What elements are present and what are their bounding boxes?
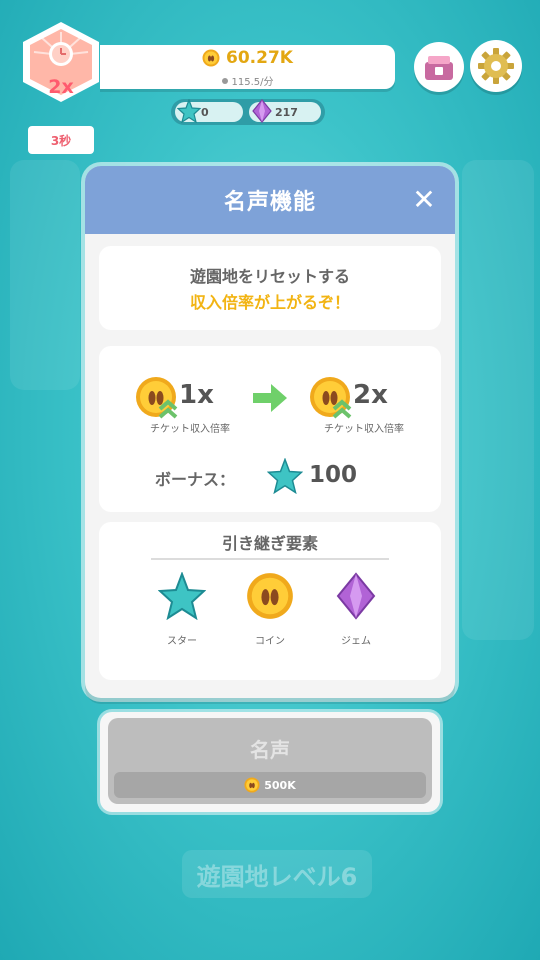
info-line-reset: 遊園地をリセットする <box>189 267 350 286</box>
carry-item-coin-label: コイン <box>255 636 285 647</box>
coin-balance-bar: 60.27K 115.5/分 <box>100 45 395 89</box>
bonus-label: ボーナス： <box>155 470 236 489</box>
gear-icon <box>478 48 514 84</box>
star-icon <box>158 572 206 620</box>
carryover-title: 引き継ぎ要素 <box>151 530 389 560</box>
fame-cost: 500K <box>114 772 426 798</box>
gem-counter: 217 <box>249 99 321 123</box>
bonus-card: 1x チケット収入倍率 2x チケット収入倍率 ボーナス： 100 <box>99 346 441 512</box>
next-multiplier-value: 2x <box>353 380 388 410</box>
background-level-label: 遊園地レベル6 <box>182 850 372 898</box>
shop-basket-icon <box>425 56 453 80</box>
bonus-row: ボーナス： 100 <box>99 456 441 496</box>
info-line-income: 収入倍率が上がるぞ！ <box>189 293 350 312</box>
info-card: 遊園地をリセットする 収入倍率が上がるぞ！ <box>99 246 441 330</box>
fame-button-label: 名声 <box>250 738 290 762</box>
next-multiplier: 2x チケット収入倍率 <box>309 376 439 438</box>
star-icon <box>267 458 303 494</box>
carry-item-coin: コイン <box>235 572 305 647</box>
carry-item-star: スター <box>147 572 217 647</box>
coin-rate-value: 115.5/分 <box>231 77 274 88</box>
carry-item-gem-label: ジェム <box>341 636 371 647</box>
current-multiplier-value: 1x <box>179 380 214 410</box>
boost-timer: 3秒 <box>28 126 94 154</box>
arrow-right-icon <box>253 384 287 412</box>
star-icon <box>177 99 201 123</box>
fame-modal: 名声機能 ✕ 遊園地をリセットする 収入倍率が上がるぞ！ 1x チケット収入倍率 <box>85 166 455 698</box>
settings-button[interactable] <box>470 40 522 92</box>
coin-rate: 115.5/分 <box>100 73 395 88</box>
coin-icon <box>247 573 293 619</box>
background-panel-left <box>10 160 80 390</box>
gem-icon <box>252 99 272 123</box>
coin-balance-value: 60.27K <box>226 48 293 68</box>
coin-balance: 60.27K <box>100 48 395 68</box>
current-multiplier-label: チケット収入倍率 <box>150 424 230 435</box>
background-panel-right <box>462 160 534 640</box>
fame-button-frame: 名声 500K <box>100 712 440 812</box>
carry-item-star-label: スター <box>167 636 197 647</box>
modal-header: 名声機能 ✕ <box>85 166 455 234</box>
fame-button[interactable]: 名声 500K <box>108 718 432 804</box>
coin-icon <box>244 777 260 793</box>
chevron-up-icon <box>158 399 178 419</box>
gem-icon <box>336 572 376 620</box>
bonus-value: 100 <box>309 462 358 488</box>
carryover-card: 引き継ぎ要素 スター コイン ジェム <box>99 522 441 680</box>
shop-button[interactable] <box>414 42 464 92</box>
resource-bar: 0 217 <box>171 99 325 125</box>
multiplier-badge[interactable]: 2x <box>20 20 102 104</box>
fame-cost-value: 500K <box>264 778 296 792</box>
close-button[interactable]: ✕ <box>409 185 439 215</box>
star-counter: 0 <box>175 99 243 123</box>
modal-title: 名声機能 <box>223 190 316 215</box>
next-multiplier-label: チケット収入倍率 <box>324 424 404 435</box>
star-count: 0 <box>201 105 209 119</box>
current-multiplier: 1x チケット収入倍率 <box>135 376 265 438</box>
coin-icon <box>202 49 220 67</box>
carry-item-gem: ジェム <box>321 572 391 647</box>
multiplier-badge-label: 2x <box>48 76 74 98</box>
gem-count: 217 <box>275 105 298 119</box>
chevron-up-icon <box>332 399 352 419</box>
rate-dot-icon <box>221 77 228 84</box>
